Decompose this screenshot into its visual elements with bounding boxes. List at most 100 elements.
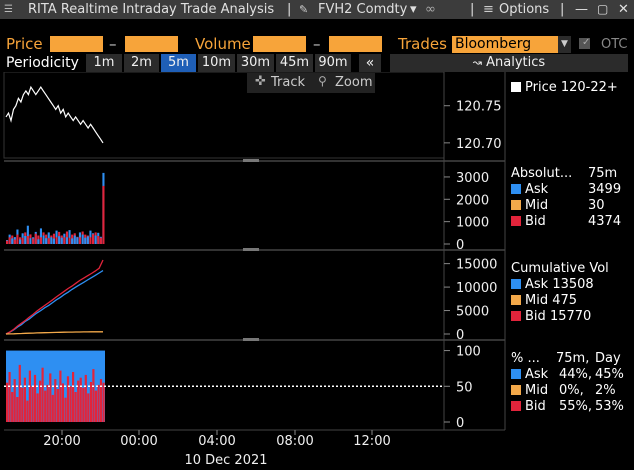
title-bar: ☰ RITA Realtime Intraday Trade Analysis … (0, 0, 634, 19)
pencil-icon[interactable]: ✎ (299, 0, 308, 19)
collapse-button[interactable]: « (359, 54, 381, 72)
volume-dash: – (313, 35, 321, 53)
trades-dropdown-icon[interactable]: ▼ (558, 36, 571, 53)
bid-pct-day: 53% (595, 399, 624, 414)
absolute-bar (76, 237, 79, 244)
percent-panel: 100 50 0 (4, 345, 481, 431)
analytics-button[interactable]: ↝ Analytics (390, 54, 628, 72)
periodicity-label: Periodicity (6, 55, 79, 71)
period-5m-button[interactable]: 5m (161, 54, 196, 72)
minimize-icon[interactable]: — (575, 0, 588, 19)
ask-pct-75m: 44%, (559, 367, 593, 382)
percent-y-tick-label: 0 (456, 416, 464, 431)
percent-bid-bar (44, 390, 47, 422)
period-30m-button[interactable]: 30m (237, 54, 274, 72)
volume-min-input[interactable] (253, 36, 306, 52)
splitter-handle-2[interactable] (243, 248, 259, 251)
percent-legend-ask: Ask 44%, 45% (511, 368, 633, 384)
price-legend-label: Price (525, 80, 557, 95)
period-10m-button[interactable]: 10m (198, 54, 235, 72)
period-2m-button[interactable]: 2m (124, 54, 159, 72)
percent-bid-bar (26, 400, 29, 422)
bid-swatch (511, 311, 521, 321)
absolute-y-tick-label: 3000 (456, 171, 489, 186)
percent-y-tick-label: 100 (456, 345, 481, 360)
x-tick-label: 12:00 (353, 434, 390, 449)
absolute-bar (99, 237, 102, 244)
price-legend-value: 120-22+ (560, 80, 618, 95)
options-button[interactable]: Options (499, 0, 549, 19)
mid-swatch (511, 200, 521, 210)
bid-value: 15770 (549, 309, 592, 324)
close-icon[interactable]: ✕ (618, 0, 629, 19)
price-min-input[interactable] (50, 36, 103, 52)
absolute-bar (29, 238, 32, 244)
cumulative-legend: Cumulative Vol Ask 13508 Mid 475 Bid 157… (511, 262, 631, 326)
otc-label: OTC (601, 37, 628, 52)
cumulative-volume-panel: 15000 10000 5000 0 (5, 258, 497, 343)
price-max-input[interactable] (125, 36, 178, 52)
percent-bid-bar (64, 397, 67, 422)
mid-swatch (511, 385, 521, 395)
percent-bid-bar (18, 364, 21, 422)
absolute-bar (94, 235, 97, 244)
percent-legend-mid: Mid 0%, 2% (511, 384, 633, 400)
period-1m-button[interactable]: 1m (86, 54, 122, 72)
options-menu-icon[interactable]: ≡ (483, 0, 494, 19)
absolute-y-tick-label: 0 (456, 238, 464, 253)
percent-bid-bar (6, 382, 9, 422)
percent-bid-bar (79, 377, 82, 422)
volume-max-input[interactable] (329, 36, 382, 52)
bid-pct-75m: 55%, (559, 399, 593, 414)
price-swatch (511, 82, 521, 92)
absolute-bar (73, 235, 76, 244)
percent-bid-bar (28, 370, 31, 422)
x-tick-label: 08:00 (276, 434, 313, 449)
percent-bid-bar (54, 379, 57, 422)
x-tick-label: 20:00 (43, 434, 80, 449)
percent-legend: % ... 75m, Day Ask 44%, 45% Mid 0%, 2% B… (511, 352, 633, 416)
splitter-handle-1[interactable] (243, 159, 259, 162)
percent-bid-bar (8, 372, 11, 422)
absolute-bar (63, 237, 66, 244)
absolute-bar (11, 238, 14, 244)
menu-icon[interactable]: ☰ (4, 0, 13, 19)
absolute-bar (89, 237, 92, 244)
period-45m-button[interactable]: 45m (276, 54, 313, 72)
percent-bid-bar (23, 377, 26, 422)
absolute-bar (65, 237, 68, 244)
percent-bid-bar (16, 397, 19, 422)
percent-bid-bar (61, 383, 64, 422)
absolute-bar (34, 233, 37, 244)
absolute-y-tick-label: 2000 (456, 193, 489, 208)
absolute-bar (45, 238, 48, 244)
bid-value: 4374 (588, 214, 622, 229)
absolute-bar (86, 236, 89, 244)
security-ticker[interactable]: FVH2 Comdty (318, 0, 407, 19)
absolute-volume-panel: 3000 2000 1000 0 (6, 171, 489, 253)
ask-swatch (511, 369, 521, 379)
maximize-icon[interactable]: ▢ (597, 0, 608, 19)
cumulative-y-tick-label: 15000 (456, 258, 497, 273)
mid-value: 30 (588, 198, 605, 213)
cumulative-bid-line (5, 259, 104, 335)
percent-bid-bar (69, 386, 72, 422)
percent-bid-bar (51, 394, 54, 422)
absolute-bar (19, 239, 22, 244)
percent-bid-bar (82, 387, 85, 422)
dropdown-icon[interactable]: ▾ (410, 0, 417, 19)
absolute-bar (24, 236, 27, 244)
splitter-handle-3[interactable] (243, 338, 259, 341)
absolute-bar (58, 236, 61, 244)
x-axis-date: 10 Dec 2021 (184, 453, 267, 468)
separator-icon: | (287, 2, 292, 17)
trades-source-select[interactable]: Bloomberg (452, 36, 558, 53)
separator-icon-3: | (560, 2, 565, 17)
link-icon[interactable]: ∞ (425, 0, 436, 19)
period-90m-button[interactable]: 90m (315, 54, 351, 72)
percent-bid-bar (74, 392, 77, 422)
ask-value: 3499 (588, 182, 622, 197)
price-dash: – (109, 35, 117, 53)
percent-bid-bar (66, 376, 70, 422)
cumulative-y-tick-label: 0 (456, 328, 464, 343)
